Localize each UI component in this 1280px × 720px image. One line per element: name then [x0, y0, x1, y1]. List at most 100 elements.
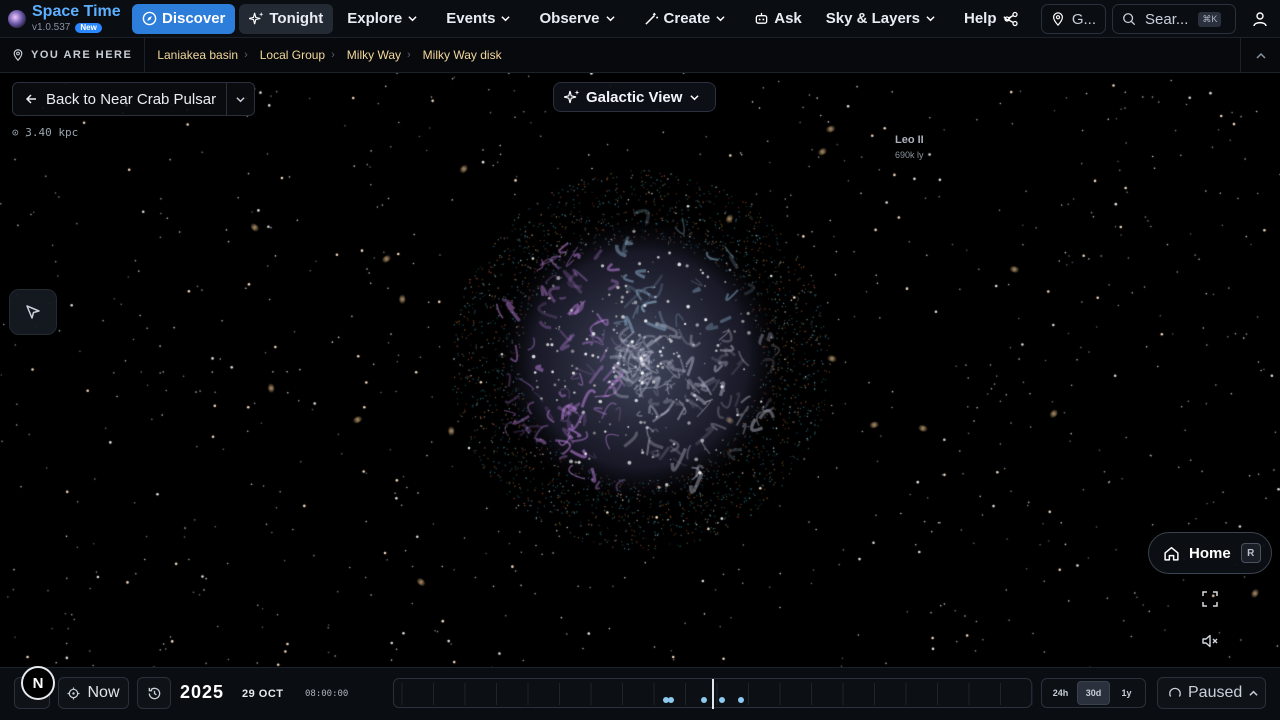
back-control: Back to Near Crab Pulsar — [12, 82, 256, 116]
app-version: v1.0.537 — [32, 22, 71, 33]
events-label: Events — [446, 10, 496, 27]
user-icon — [1253, 12, 1267, 27]
search-input[interactable]: Sear... ⌘K — [1112, 4, 1236, 34]
breadcrumb-item[interactable]: Local Group — [248, 48, 331, 62]
current-date[interactable]: 29 OCT — [242, 688, 284, 700]
location-label: G... — [1071, 10, 1096, 28]
back-label: Back to Near Crab Pulsar — [46, 90, 217, 108]
fullscreen-button[interactable] — [1199, 588, 1221, 610]
explore-label: Explore — [347, 10, 403, 27]
range-30d-button[interactable]: 30d — [1077, 681, 1110, 705]
compass-icon — [142, 11, 157, 26]
timeline-event-marker[interactable] — [701, 697, 707, 703]
share-icon — [1004, 11, 1018, 27]
search-shortcut: ⌘K — [1198, 11, 1222, 27]
timeline-track — [401, 679, 1033, 709]
new-badge: New — [75, 23, 102, 33]
breadcrumb-item[interactable]: Laniakea basin — [151, 48, 244, 62]
current-year[interactable]: 2025 — [180, 682, 224, 703]
chevron-up-icon — [1249, 690, 1258, 696]
back-button[interactable]: Back to Near Crab Pulsar — [13, 83, 228, 115]
home-icon — [1164, 546, 1179, 561]
create-label: Create — [663, 10, 711, 27]
explore-menu[interactable]: Explore — [337, 4, 432, 34]
time-history-button[interactable] — [137, 677, 171, 709]
tonight-label: Tonight — [269, 10, 324, 27]
current-time[interactable]: 08:00:00 — [305, 689, 348, 699]
breadcrumb-item[interactable]: Milky Way — [335, 48, 407, 62]
view-selector[interactable]: Galactic View — [553, 82, 717, 112]
chevron-up-icon — [1255, 52, 1266, 59]
gauge-icon — [1169, 687, 1181, 697]
back-history-dropdown[interactable] — [227, 83, 254, 115]
chevron-down-icon — [501, 16, 511, 22]
create-menu[interactable]: Create — [634, 4, 741, 34]
ask-button[interactable]: Ask — [744, 4, 812, 34]
arrow-left-icon — [25, 94, 36, 104]
object-label-name[interactable]: Leo II — [895, 134, 924, 146]
playback-button[interactable]: Paused — [1157, 677, 1266, 709]
history-icon — [148, 687, 160, 699]
fullscreen-icon — [1202, 591, 1218, 607]
view-selector-label: Galactic View — [586, 88, 683, 106]
chevron-down-icon — [605, 16, 615, 22]
search-icon — [1123, 13, 1136, 26]
sky-layers-menu[interactable]: Sky & Layers — [816, 4, 950, 34]
timeline-event-marker[interactable] — [668, 697, 674, 703]
you-are-here: YOU ARE HERE — [0, 37, 146, 73]
now-button[interactable]: Now — [58, 677, 129, 709]
chevron-down-icon — [408, 16, 417, 22]
chevron-down-icon — [236, 96, 245, 102]
object-label-distance: 690k ly — [895, 150, 924, 160]
robot-icon — [755, 12, 768, 24]
mute-button[interactable] — [1199, 630, 1221, 652]
location-button[interactable]: G... — [1040, 4, 1106, 34]
chevron-down-icon — [716, 16, 725, 22]
playback-label: Paused — [1188, 684, 1243, 701]
map-pin-icon — [1052, 12, 1063, 26]
sparkles-icon — [564, 90, 580, 104]
chevron-down-icon — [926, 16, 935, 22]
sky-layers-label: Sky & Layers — [825, 10, 920, 27]
distance-readout: ⊙ 3.40 kpc — [12, 126, 79, 139]
magic-wand-icon — [644, 12, 658, 25]
breadcrumb-collapse-button[interactable] — [1240, 38, 1280, 73]
home-label: Home — [1189, 544, 1231, 562]
observe-label: Observe — [539, 10, 600, 27]
home-shortcut: R — [1240, 543, 1261, 563]
share-button[interactable] — [995, 4, 1027, 34]
top-navigation: Space Time v1.0.537 New Discover Tonight… — [0, 0, 1280, 38]
crosshair-icon — [67, 686, 81, 700]
now-label: Now — [87, 684, 120, 701]
home-button[interactable]: Home R — [1148, 532, 1272, 574]
chevron-down-icon — [690, 94, 700, 100]
volume-mute-icon — [1202, 634, 1218, 648]
select-tool-button[interactable] — [9, 289, 57, 335]
brand[interactable]: Space Time v1.0.537 New — [0, 4, 132, 33]
galaxy-render[interactable] — [440, 165, 840, 565]
compass-north-button[interactable]: N — [21, 666, 55, 700]
range-24h-button[interactable]: 24h — [1044, 681, 1077, 705]
breadcrumb-item[interactable]: Milky Way disk — [411, 48, 508, 62]
tonight-button[interactable]: Tonight — [239, 3, 334, 34]
breadcrumb: YOU ARE HERE Laniakea basin › Local Grou… — [0, 37, 1280, 73]
time-range-group: 24h 30d 1y — [1041, 678, 1146, 708]
discover-button[interactable]: Discover — [132, 3, 236, 34]
events-menu[interactable]: Events — [436, 4, 525, 34]
you-are-here-label: YOU ARE HERE — [31, 49, 133, 61]
range-1y-button[interactable]: 1y — [1110, 681, 1143, 705]
help-label: Help — [964, 10, 997, 27]
sparkles-icon — [249, 11, 264, 25]
discover-label: Discover — [162, 10, 226, 27]
timeline-event-marker[interactable] — [719, 697, 725, 703]
map-pin-icon — [13, 49, 23, 61]
timeline-event-marker[interactable] — [738, 697, 744, 703]
observe-menu[interactable]: Observe — [529, 4, 629, 34]
account-button[interactable] — [1240, 4, 1280, 34]
brand-name: Space Time — [32, 3, 121, 20]
ask-label: Ask — [774, 10, 802, 27]
brand-logo-icon — [8, 9, 26, 28]
search-placeholder: Sear... — [1145, 10, 1189, 28]
cursor-icon — [26, 305, 40, 319]
timeline-scrubber[interactable] — [393, 678, 1033, 709]
